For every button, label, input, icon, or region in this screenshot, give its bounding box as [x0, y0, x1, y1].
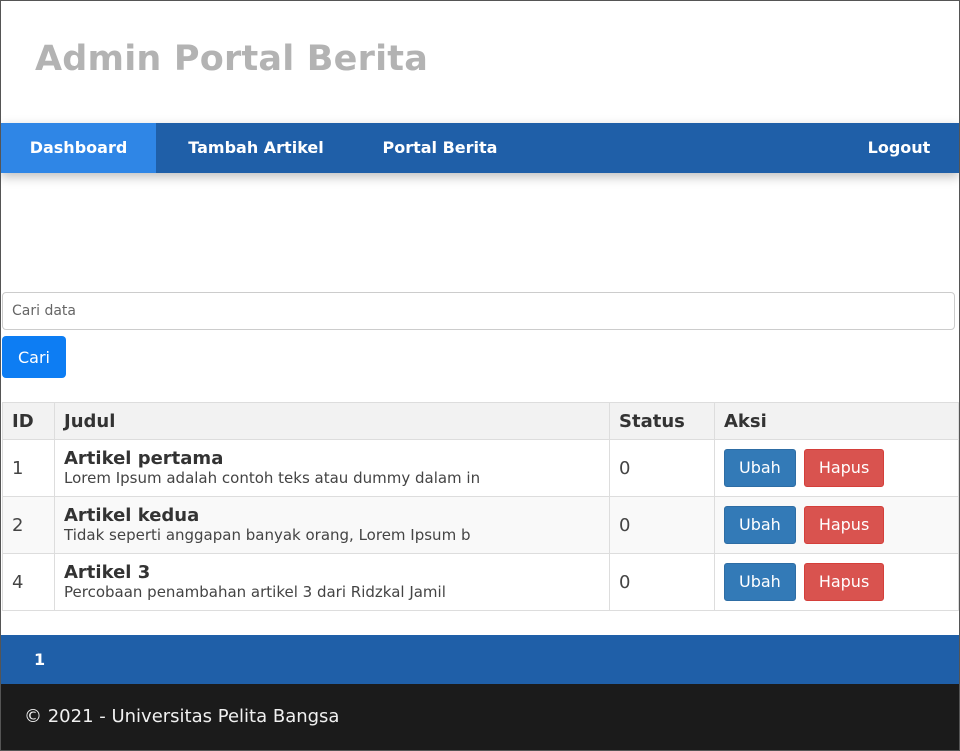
articles-table: ID Judul Status Aksi 1 Artikel pertama L… [2, 402, 959, 611]
search-button[interactable]: Cari [2, 336, 66, 378]
cell-aksi: Ubah Hapus [714, 439, 959, 497]
cell-judul: Artikel kedua Tidak seperti anggapan ban… [54, 496, 610, 554]
cell-status: 0 [609, 496, 715, 554]
cell-status: 0 [609, 553, 715, 611]
article-excerpt: Tidak seperti anggapan banyak orang, Lor… [64, 526, 471, 544]
site-header: Admin Portal Berita [1, 1, 959, 123]
site-footer: © 2021 - Universitas Pelita Bangsa [1, 684, 959, 750]
column-header-status: Status [609, 402, 715, 440]
article-excerpt: Lorem Ipsum adalah contoh teks atau dumm… [64, 469, 481, 487]
column-header-aksi: Aksi [714, 402, 959, 440]
delete-button[interactable]: Hapus [803, 449, 885, 487]
search-input[interactable] [2, 292, 955, 330]
delete-button[interactable]: Hapus [803, 563, 885, 601]
table-row: 1 Artikel pertama Lorem Ipsum adalah con… [2, 439, 959, 497]
page-link-1[interactable]: 1 [34, 635, 45, 684]
table-row: 2 Artikel kedua Tidak seperti anggapan b… [2, 496, 959, 554]
logout-link[interactable]: Logout [849, 123, 949, 173]
edit-button[interactable]: Ubah [724, 506, 796, 544]
cell-judul: Artikel pertama Lorem Ipsum adalah conto… [54, 439, 610, 497]
table-header-row: ID Judul Status Aksi [2, 402, 959, 440]
delete-button[interactable]: Hapus [803, 506, 885, 544]
table-row: 4 Artikel 3 Percobaan penambahan artikel… [2, 553, 959, 611]
page-frame: Admin Portal Berita Dashboard Tambah Art… [0, 0, 960, 751]
nav-item-dashboard[interactable]: Dashboard [1, 123, 156, 173]
column-header-id: ID [2, 402, 55, 440]
article-excerpt: Percobaan penambahan artikel 3 dari Ridz… [64, 583, 446, 601]
column-header-judul: Judul [54, 402, 610, 440]
cell-judul: Artikel 3 Percobaan penambahan artikel 3… [54, 553, 610, 611]
nav-item-tambah-artikel[interactable]: Tambah Artikel [156, 123, 356, 173]
main-navbar: Dashboard Tambah Artikel Portal Berita L… [1, 123, 959, 173]
cell-id: 2 [2, 496, 55, 554]
cell-id: 1 [2, 439, 55, 497]
nav-item-portal-berita[interactable]: Portal Berita [356, 123, 524, 173]
footer-copyright: © 2021 - Universitas Pelita Bangsa [24, 706, 340, 727]
site-title: Admin Portal Berita [35, 39, 429, 79]
cell-status: 0 [609, 439, 715, 497]
article-title: Artikel pertama [64, 448, 224, 469]
cell-aksi: Ubah Hapus [714, 553, 959, 611]
edit-button[interactable]: Ubah [724, 563, 796, 601]
article-title: Artikel kedua [64, 505, 200, 526]
pagination-bar: 1 [1, 635, 959, 684]
article-title: Artikel 3 [64, 562, 151, 583]
cell-aksi: Ubah Hapus [714, 496, 959, 554]
cell-id: 4 [2, 553, 55, 611]
edit-button[interactable]: Ubah [724, 449, 796, 487]
